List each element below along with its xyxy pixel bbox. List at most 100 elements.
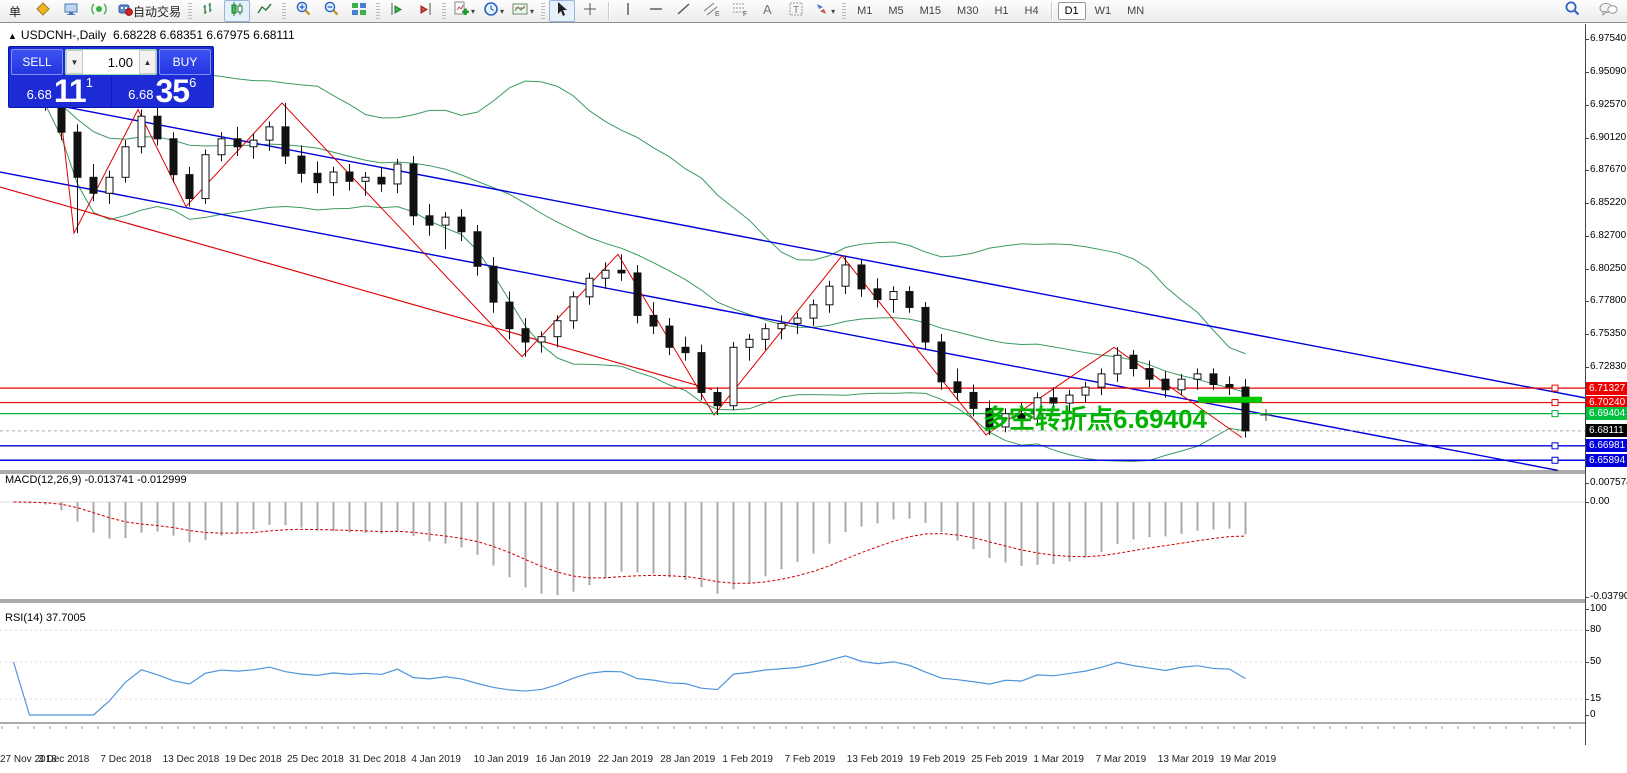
arrow-tools-icon bbox=[814, 1, 830, 22]
sell-price[interactable]: 6.68 11 1 bbox=[9, 75, 112, 107]
line-chart-icon bbox=[257, 1, 273, 22]
date-label: 16 Jan 2019 bbox=[536, 754, 591, 765]
date-axis[interactable]: 27 Nov 20183 Dec 20187 Dec 201813 Dec 20… bbox=[0, 754, 1585, 768]
chevron-down-icon: ▾ bbox=[500, 7, 504, 16]
sell-button[interactable]: SELL bbox=[11, 49, 63, 75]
date-label: 28 Jan 2019 bbox=[660, 754, 715, 765]
zoom-in-button[interactable] bbox=[290, 0, 316, 22]
date-label: 19 Mar 2019 bbox=[1220, 754, 1276, 765]
timeframe-W1[interactable]: W1 bbox=[1088, 2, 1119, 20]
buy-button[interactable]: BUY bbox=[159, 49, 211, 75]
chart-shift-button[interactable] bbox=[384, 0, 410, 22]
new-indicator-icon bbox=[453, 0, 470, 22]
timeframe-D1[interactable]: D1 bbox=[1058, 2, 1086, 20]
horizontal-line-icon bbox=[648, 1, 664, 22]
date-label: 7 Dec 2018 bbox=[100, 754, 151, 765]
search-button[interactable] bbox=[1559, 1, 1585, 23]
new-indicator-button[interactable]: ▾ bbox=[450, 0, 478, 22]
market-watch-button[interactable] bbox=[58, 0, 84, 22]
auto-scroll-button[interactable] bbox=[412, 0, 438, 22]
autotrading-icon bbox=[117, 1, 133, 22]
chat-icon bbox=[1598, 1, 1618, 22]
timeframe-toolbar: M1M5M15M30H1H4 D1W1MN bbox=[850, 2, 1151, 20]
fibonacci-button[interactable]: F bbox=[727, 0, 753, 22]
vertical-line-button[interactable] bbox=[615, 0, 641, 22]
date-label: 3 Dec 2018 bbox=[38, 754, 89, 765]
crosshair-button[interactable] bbox=[577, 0, 603, 22]
autotrading-button[interactable]: 自动交易 bbox=[114, 0, 184, 22]
zoom-out-icon bbox=[323, 0, 340, 22]
timeframe-H1[interactable]: H1 bbox=[987, 2, 1015, 20]
timeframe-M1[interactable]: M1 bbox=[850, 2, 879, 20]
one-click-trade-panel: SELL ▼ 1.00 ▲ BUY 6.68 11 1 6.68 35 6 bbox=[8, 46, 214, 108]
toolbar-grip bbox=[541, 3, 545, 19]
timeframe-M15[interactable]: M15 bbox=[913, 2, 948, 20]
sell-price-small: 6.68 bbox=[27, 85, 52, 105]
price-axis-label: 6.80250 bbox=[1590, 263, 1626, 274]
trendline-icon bbox=[676, 1, 692, 22]
auto-scroll-icon bbox=[417, 1, 433, 22]
chevron-up-icon: ▲ bbox=[144, 58, 152, 67]
price-tag: 6.71327 bbox=[1586, 382, 1627, 395]
price-axis-label: 6.95090 bbox=[1590, 66, 1626, 77]
zoom-out-button[interactable] bbox=[318, 0, 344, 22]
volume-value[interactable]: 1.00 bbox=[83, 50, 139, 74]
main-toolbar: 单 自动交易 ▾ ▾ ▾ E F A T ▾ M1M5M15M30H1H4 D1W… bbox=[0, 0, 1627, 23]
toolbar-separator bbox=[1051, 2, 1053, 20]
chevron-down-icon: ▼ bbox=[71, 58, 79, 67]
new-order-button[interactable]: 单 bbox=[2, 0, 28, 22]
timeframe-MN[interactable]: MN bbox=[1120, 2, 1151, 20]
timeframe-M5[interactable]: M5 bbox=[881, 2, 910, 20]
date-label: 25 Feb 2019 bbox=[971, 754, 1027, 765]
macd-axis-label: 0.00 bbox=[1590, 496, 1609, 507]
toolbar-grip bbox=[842, 3, 846, 19]
svg-text:A: A bbox=[763, 2, 772, 17]
timeframe-H4[interactable]: H4 bbox=[1018, 2, 1046, 20]
trendline-button[interactable] bbox=[671, 0, 697, 22]
template-button[interactable]: ▾ bbox=[509, 0, 537, 22]
toolbar-grip bbox=[376, 3, 380, 19]
text-label-button[interactable]: T bbox=[783, 0, 809, 22]
text-button[interactable]: A bbox=[755, 0, 781, 22]
volume-increase-button[interactable]: ▲ bbox=[139, 50, 156, 74]
gold-button[interactable] bbox=[30, 0, 56, 22]
timeframe-M30[interactable]: M30 bbox=[950, 2, 985, 20]
chat-button[interactable] bbox=[1595, 1, 1621, 23]
horizontal-line-button[interactable] bbox=[643, 0, 669, 22]
rsi-layer bbox=[0, 630, 1585, 715]
bars-chart-button[interactable] bbox=[196, 0, 222, 22]
price-axis-label: 6.75350 bbox=[1590, 328, 1626, 339]
date-label: 13 Dec 2018 bbox=[163, 754, 220, 765]
signal-icon bbox=[91, 1, 107, 22]
date-label: 25 Dec 2018 bbox=[287, 754, 344, 765]
svg-text:F: F bbox=[743, 11, 747, 17]
date-label: 19 Feb 2019 bbox=[909, 754, 965, 765]
buy-price[interactable]: 6.68 35 6 bbox=[112, 75, 214, 107]
price-tag: 6.66981 bbox=[1586, 439, 1627, 452]
volume-decrease-button[interactable]: ▼ bbox=[66, 50, 83, 74]
equidistant-channel-button[interactable]: E bbox=[699, 0, 725, 22]
date-label: 7 Mar 2019 bbox=[1096, 754, 1147, 765]
toolbar-separator bbox=[608, 2, 610, 20]
candles-chart-button[interactable] bbox=[224, 0, 250, 22]
search-icon bbox=[1563, 0, 1581, 23]
tile-windows-button[interactable] bbox=[346, 0, 372, 22]
price-tag: 6.68111 bbox=[1586, 424, 1627, 437]
equidistant-channel-icon: E bbox=[703, 1, 721, 22]
macd-layer bbox=[0, 502, 1585, 595]
chart-canvas[interactable] bbox=[0, 24, 1585, 745]
periods-button[interactable]: ▾ bbox=[480, 0, 507, 22]
cursor-button[interactable] bbox=[549, 0, 575, 22]
arrow-tools-button[interactable]: ▾ bbox=[811, 0, 838, 22]
date-label: 31 Dec 2018 bbox=[349, 754, 406, 765]
line-chart-button[interactable] bbox=[252, 0, 278, 22]
date-label: 13 Mar 2019 bbox=[1158, 754, 1214, 765]
date-label: 13 Feb 2019 bbox=[847, 754, 903, 765]
chart-misc-layer bbox=[0, 397, 1585, 729]
signal-button[interactable] bbox=[86, 0, 112, 22]
candles-chart-icon bbox=[229, 1, 245, 22]
price-axis[interactable]: 6.975406.950906.925706.901206.876706.852… bbox=[1585, 24, 1627, 745]
collapse-arrow-icon[interactable]: ▲ bbox=[8, 31, 17, 41]
text-label-icon: T bbox=[788, 1, 804, 22]
buy-price-sup: 6 bbox=[189, 76, 196, 89]
